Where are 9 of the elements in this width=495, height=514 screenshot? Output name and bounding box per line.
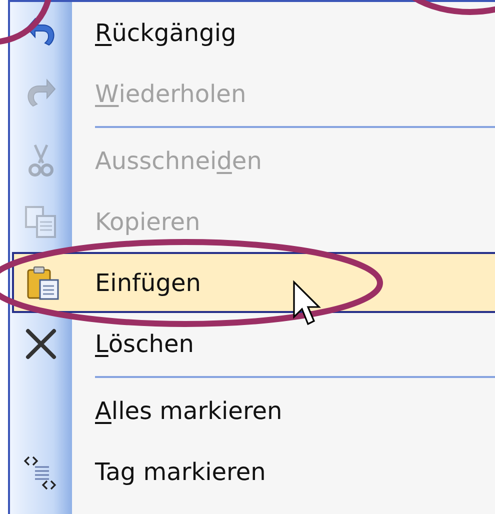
menu-item[interactable]: Alles markieren xyxy=(10,380,495,441)
clipboard-icon xyxy=(25,264,61,300)
copy-pages-icon xyxy=(23,204,59,240)
menu-item[interactable]: Einfügen xyxy=(12,252,495,313)
menu-item[interactable]: Löschen xyxy=(10,313,495,374)
menu-item[interactable]: Tag markieren xyxy=(10,441,495,502)
tag-lines-icon xyxy=(23,454,59,490)
mouse-cursor-icon xyxy=(293,280,321,326)
menu-item[interactable]: Rückgängig xyxy=(10,2,495,63)
